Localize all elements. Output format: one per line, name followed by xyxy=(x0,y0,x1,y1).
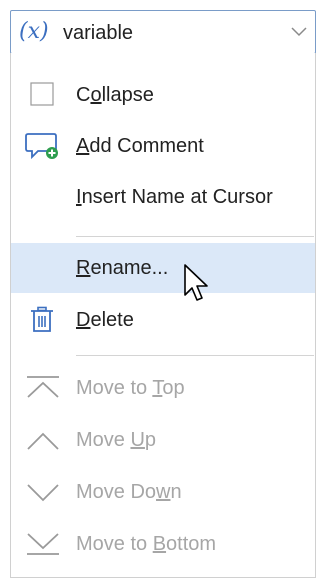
menu-separator xyxy=(76,236,314,237)
move-top-icon xyxy=(27,376,59,398)
mouse-cursor-icon xyxy=(184,264,208,301)
menu-item-collapse[interactable]: Collapse xyxy=(11,70,315,120)
menu-item-move-down[interactable]: Move Down xyxy=(11,467,315,517)
menu-item-label: Move Down xyxy=(76,481,182,503)
variable-icon: (x) xyxy=(19,19,49,44)
menu-item-delete[interactable]: Delete xyxy=(11,295,315,345)
menu-item-label: Add Comment xyxy=(76,135,204,157)
context-menu: Collapse Add Comment Insert Name at Curs… xyxy=(10,53,316,578)
menu-item-label: Collapse xyxy=(76,84,154,106)
move-bottom-icon xyxy=(27,533,59,555)
move-up-icon xyxy=(27,432,59,450)
menu-item-rename[interactable]: Rename... xyxy=(11,243,315,293)
menu-item-move-up[interactable]: Move Up xyxy=(11,415,315,465)
trash-icon xyxy=(31,306,53,332)
menu-item-label: Insert Name at Cursor xyxy=(76,186,273,208)
menu-item-move-to-bottom[interactable]: Move to Bottom xyxy=(11,519,315,569)
menu-item-label: Delete xyxy=(76,309,134,331)
menu-separator xyxy=(76,355,314,356)
menu-item-move-to-top[interactable]: Move to Top xyxy=(11,363,315,413)
menu-item-insert-name[interactable]: Insert Name at Cursor xyxy=(11,172,315,222)
menu-item-label: Move Up xyxy=(76,429,157,451)
menu-item-label: Move to Top xyxy=(76,377,185,399)
add-comment-icon xyxy=(25,133,58,160)
menu-item-label: Move to Bottom xyxy=(76,533,217,555)
menu-item-add-comment[interactable]: Add Comment xyxy=(11,121,315,171)
move-down-icon xyxy=(27,484,59,502)
variable-dropdown[interactable]: (x) variable xyxy=(10,10,316,54)
dropdown-value: variable xyxy=(63,22,134,44)
chevron-down-icon[interactable] xyxy=(291,27,307,37)
menu-item-label: Rename... xyxy=(76,257,169,279)
checkbox-icon xyxy=(30,82,54,106)
